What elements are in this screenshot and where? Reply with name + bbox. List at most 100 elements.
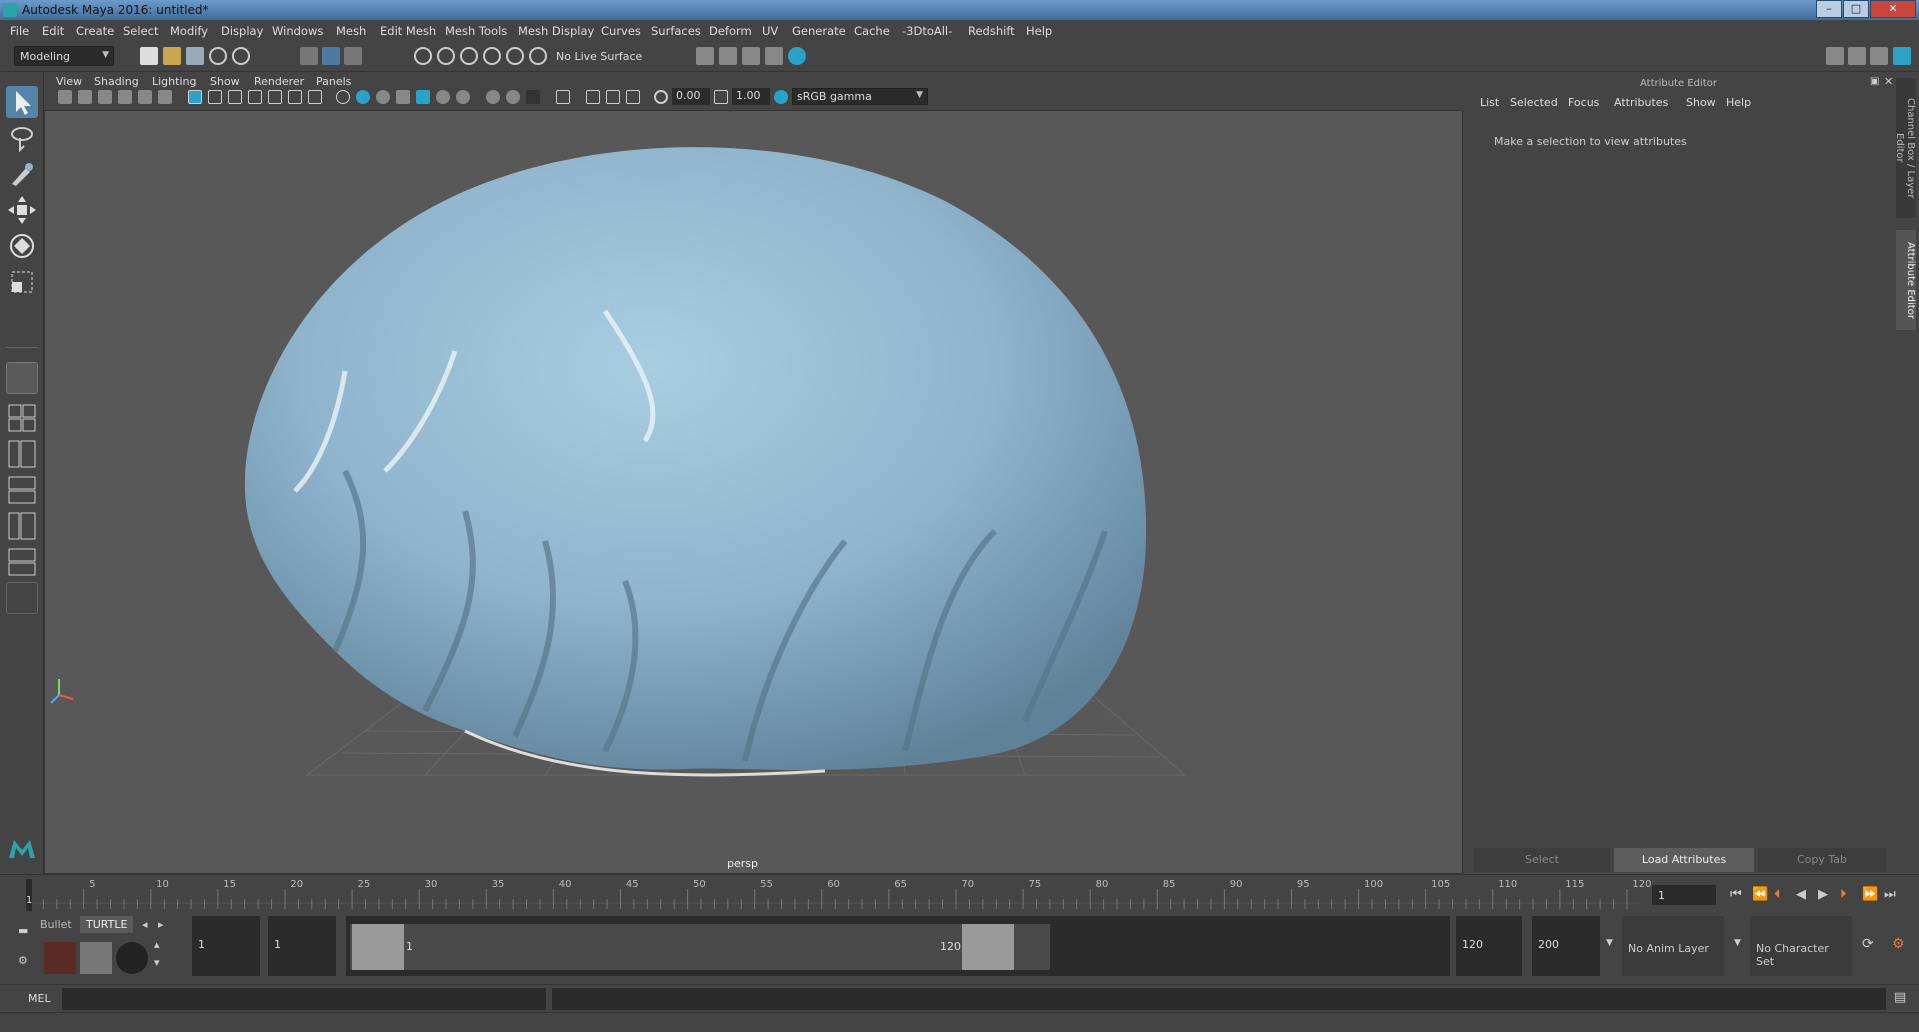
anti-aliasing-icon[interactable] xyxy=(526,90,540,104)
outliner-layout-icon[interactable] xyxy=(6,510,38,542)
range-slider[interactable]: 1 120 xyxy=(346,916,1450,976)
menu-mesh[interactable]: Mesh xyxy=(336,24,366,38)
anim-layer-selector[interactable]: No Anim Layer xyxy=(1622,916,1724,976)
close-panel-icon[interactable]: ✕ xyxy=(1884,75,1893,88)
safe-title-icon[interactable] xyxy=(308,90,322,104)
two-d-pan-zoom-icon[interactable] xyxy=(138,90,152,104)
gate-mask-icon[interactable] xyxy=(248,90,262,104)
snap-surface-icon[interactable] xyxy=(506,47,524,65)
single-perspective-layout-icon[interactable] xyxy=(6,362,38,394)
move-tool-icon[interactable] xyxy=(6,194,38,226)
grease-pencil-icon[interactable] xyxy=(158,90,172,104)
save-scene-icon[interactable] xyxy=(186,47,204,65)
textured-icon[interactable] xyxy=(396,90,410,104)
step-forward-key-icon[interactable]: ⏩ xyxy=(1862,887,1878,902)
paint-select-tool-icon[interactable] xyxy=(6,158,38,190)
screen-space-ao-icon[interactable] xyxy=(486,90,500,104)
menu-cache[interactable]: Cache xyxy=(854,24,890,38)
play-backward-icon[interactable]: ◀ xyxy=(1796,887,1806,902)
image-plane-icon[interactable] xyxy=(118,90,132,104)
select-object-icon[interactable] xyxy=(322,47,340,65)
end-time-field[interactable]: 200 xyxy=(1532,916,1600,976)
menu-edit-mesh[interactable]: Edit Mesh xyxy=(380,24,436,38)
live-surface-label[interactable]: No Live Surface xyxy=(556,50,642,63)
go-to-start-icon[interactable]: ⏮ xyxy=(1730,887,1742,902)
render-frame-icon[interactable] xyxy=(719,47,737,65)
attr-menu-show[interactable]: Show xyxy=(1686,96,1716,109)
attr-menu-selected[interactable]: Selected xyxy=(1510,96,1558,109)
menu-generate[interactable]: Generate xyxy=(792,24,846,38)
close-button[interactable]: ✕ xyxy=(1870,0,1916,18)
render-view-icon[interactable] xyxy=(765,47,783,65)
menu-edit[interactable]: Edit xyxy=(42,24,64,38)
camera-select-icon[interactable] xyxy=(58,90,72,104)
viewport-menu-shading[interactable]: Shading xyxy=(94,75,139,88)
shadows-icon[interactable] xyxy=(436,90,450,104)
shelf-collapse-icon[interactable]: ▬ xyxy=(18,924,38,944)
view-transform-dropdown[interactable]: sRGB gamma ▼ xyxy=(792,88,928,105)
shelf-down-icon[interactable]: ▾ xyxy=(154,956,160,969)
step-back-key-icon[interactable]: ⏪ xyxy=(1752,887,1768,902)
exposure-icon[interactable] xyxy=(654,90,668,104)
snap-live-icon[interactable] xyxy=(529,47,547,65)
color-management-icon[interactable] xyxy=(774,90,788,104)
bookmark-icon[interactable] xyxy=(98,90,112,104)
gamma-field[interactable]: 1.00 xyxy=(732,88,770,105)
menu-modify[interactable]: Modify xyxy=(170,24,208,38)
resolution-gate-icon[interactable] xyxy=(228,90,242,104)
turtle-render-icon[interactable] xyxy=(44,942,76,974)
undo-icon[interactable] xyxy=(209,47,227,65)
turtle-material-icon[interactable] xyxy=(116,942,148,974)
new-scene-icon[interactable] xyxy=(140,47,158,65)
snap-view-plane-icon[interactable] xyxy=(483,47,501,65)
attr-menu-help[interactable]: Help xyxy=(1726,96,1751,109)
shelf-tab-turtle[interactable]: TURTLE xyxy=(80,916,134,933)
command-language-label[interactable]: MEL xyxy=(28,992,51,1005)
field-chart-icon[interactable] xyxy=(268,90,282,104)
hypershade-icon[interactable] xyxy=(788,47,806,65)
load-attributes-button[interactable]: Load Attributes xyxy=(1614,848,1754,872)
attr-menu-attributes[interactable]: Attributes xyxy=(1614,96,1668,109)
backface-culling-icon[interactable] xyxy=(626,90,640,104)
grid-toggle-icon[interactable] xyxy=(188,90,202,104)
viewport-menu-view[interactable]: View xyxy=(56,75,82,88)
viewport-menu-show[interactable]: Show xyxy=(210,75,240,88)
lasso-tool-icon[interactable] xyxy=(6,122,38,154)
attr-menu-list[interactable]: List xyxy=(1480,96,1499,109)
maximize-button[interactable]: □ xyxy=(1843,0,1869,18)
use-all-lights-icon[interactable] xyxy=(416,90,430,104)
exposure-field[interactable]: 0.00 xyxy=(672,88,710,105)
viewport-menu-panels[interactable]: Panels xyxy=(316,75,351,88)
float-panel-icon[interactable]: ▣ xyxy=(1870,76,1879,87)
open-scene-icon[interactable] xyxy=(163,47,181,65)
perspective-viewport[interactable]: persp xyxy=(44,110,1463,874)
default-lighting-icon[interactable] xyxy=(376,90,390,104)
film-gate-icon[interactable] xyxy=(208,90,222,104)
snap-grid-icon[interactable] xyxy=(414,47,432,65)
step-forward-frame-icon[interactable]: ⏵ xyxy=(1840,887,1847,902)
wireframe-icon[interactable] xyxy=(336,90,350,104)
menu-deform[interactable]: Deform xyxy=(709,24,752,38)
attr-menu-focus[interactable]: Focus xyxy=(1568,96,1599,109)
turtle-bake-icon[interactable] xyxy=(80,942,112,974)
auto-key-icon[interactable]: ⟳ xyxy=(1862,936,1874,952)
menu-mesh-tools[interactable]: Mesh Tools xyxy=(445,24,507,38)
chevron-down-icon[interactable]: ▼ xyxy=(1606,938,1613,948)
select-hierarchy-icon[interactable] xyxy=(300,47,318,65)
scale-tool-icon[interactable] xyxy=(6,266,38,298)
xray-icon[interactable] xyxy=(456,90,470,104)
channel-box-toggle-icon[interactable] xyxy=(1893,47,1911,65)
persp-outliner-layout-icon[interactable] xyxy=(6,438,38,470)
select-tool-icon[interactable] xyxy=(6,86,38,118)
xray-active-icon[interactable] xyxy=(606,90,620,104)
four-view-layout-icon[interactable] xyxy=(6,402,38,434)
menu-uv[interactable]: UV xyxy=(762,24,778,38)
animation-preferences-icon[interactable]: ⚙ xyxy=(1892,936,1905,952)
mode-dropdown[interactable]: Modeling ▼ xyxy=(14,46,114,66)
shelf-tab-bullet[interactable]: Bullet xyxy=(40,918,72,931)
attribute-editor-tab[interactable]: Attribute Editor xyxy=(1896,230,1916,330)
menu-select[interactable]: Select xyxy=(123,24,158,38)
shelf-scroll-left-icon[interactable]: ◂ xyxy=(142,918,148,931)
shelf-settings-icon[interactable]: ⚙ xyxy=(18,954,38,974)
motion-blur-icon[interactable] xyxy=(506,90,520,104)
